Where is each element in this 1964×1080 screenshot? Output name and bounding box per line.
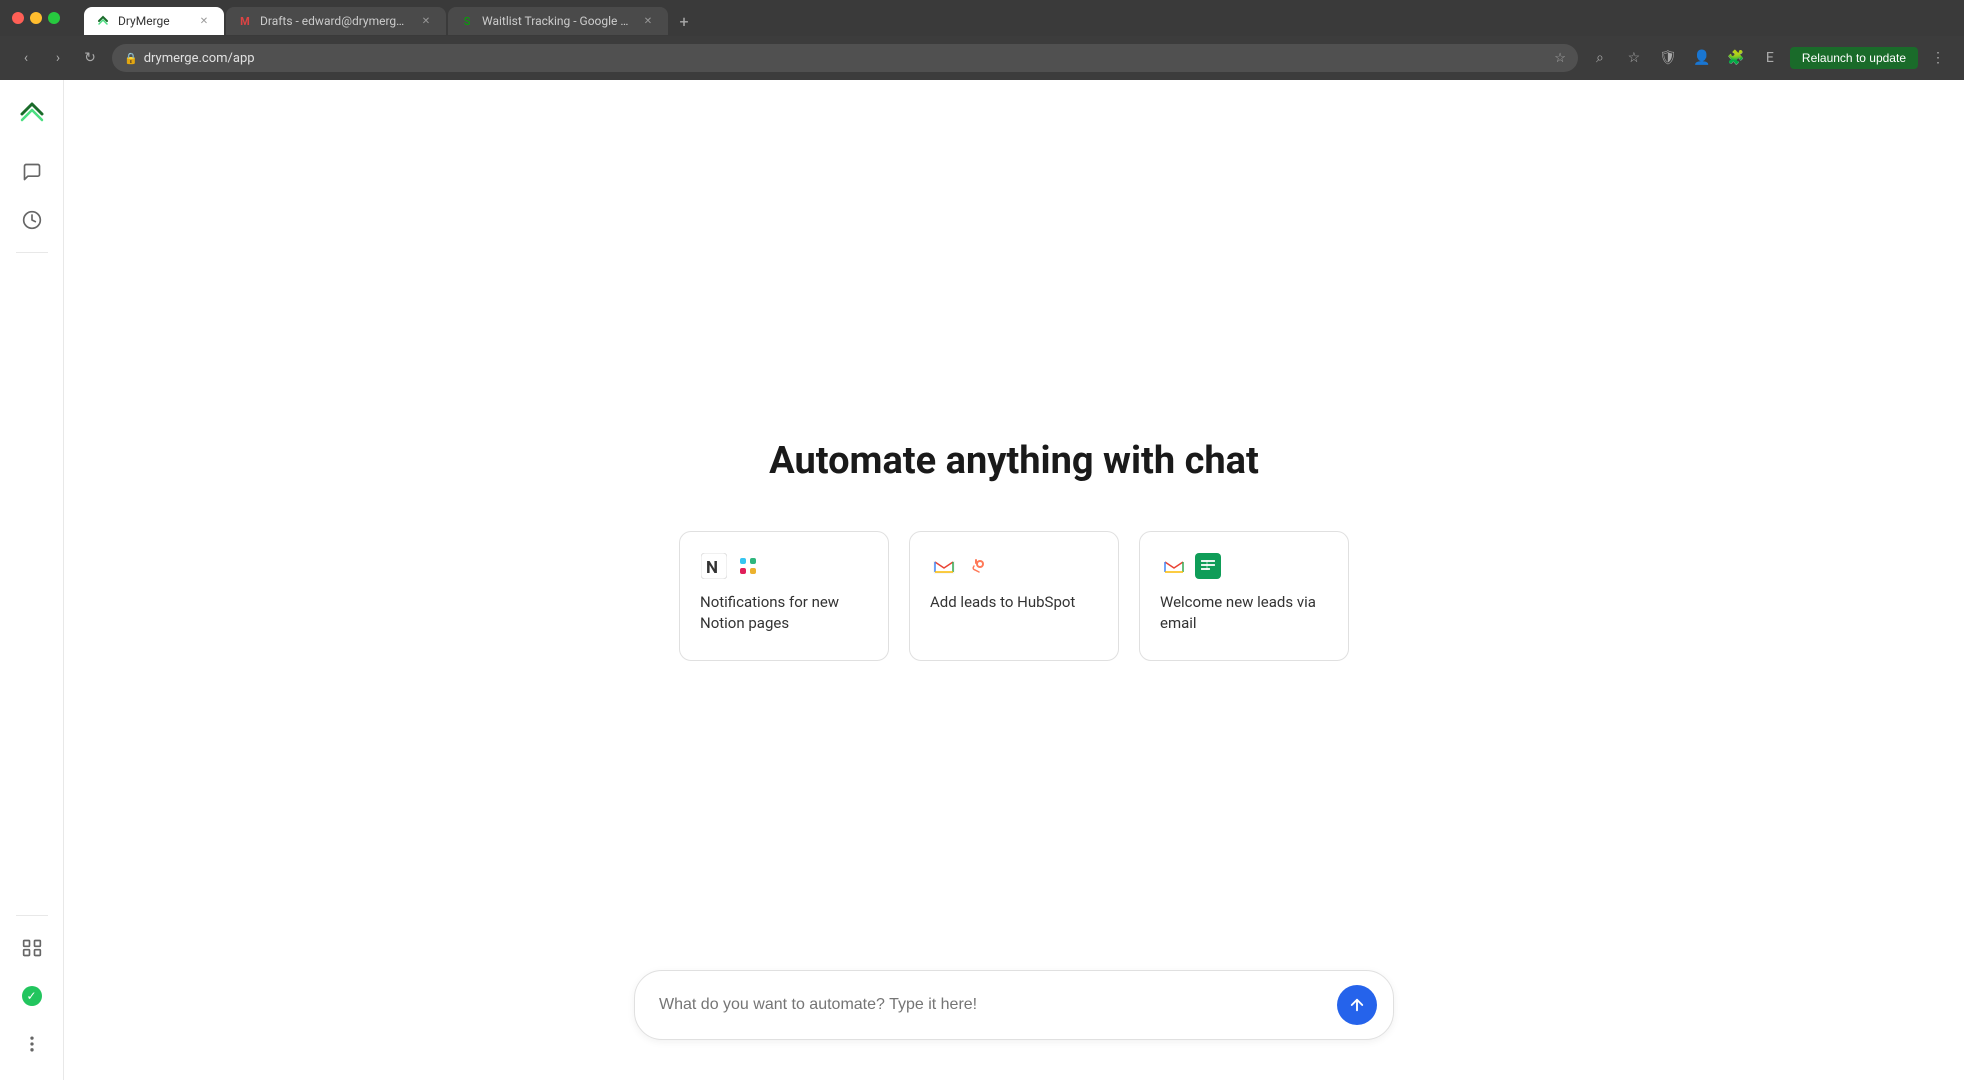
minimize-window-btn[interactable] [30, 12, 42, 24]
gmail-icon [930, 552, 958, 580]
notion-icon: N [700, 552, 728, 580]
star-toolbar-btn[interactable]: ☆ [1620, 44, 1648, 72]
account-toolbar-btn[interactable]: E [1756, 44, 1784, 72]
sheets-icon [1194, 552, 1222, 580]
card-text-gmail-sheets: Welcome new leads via email [1160, 592, 1328, 634]
tab-favicon-waitlist: S [460, 14, 474, 28]
lock-icon: 🔒 [124, 52, 138, 65]
sidebar: ✓ [0, 80, 64, 1080]
relaunch-button[interactable]: Relaunch to update [1790, 47, 1918, 69]
app-layout: ✓ Automate anything with chat [0, 80, 1964, 1080]
integrations-icon [22, 938, 42, 958]
slack-icon [734, 552, 762, 580]
browser-chrome: DryMerge ✕ M Drafts - edward@drymerge...… [0, 0, 1964, 80]
tab-title-waitlist: Waitlist Tracking - Google Sh... [482, 14, 632, 28]
search-toolbar-btn[interactable]: ⌕ [1586, 44, 1614, 72]
title-bar: DryMerge ✕ M Drafts - edward@drymerge...… [0, 0, 1964, 36]
chat-input[interactable] [659, 996, 1337, 1014]
browser-tab-drafts[interactable]: M Drafts - edward@drymerge... ✕ [226, 7, 446, 35]
suggestion-card-gmail-sheets[interactable]: Welcome new leads via email [1139, 531, 1349, 661]
tab-title-drafts: Drafts - edward@drymerge... [260, 14, 410, 28]
status-dot: ✓ [22, 986, 42, 1006]
reload-button[interactable]: ↻ [76, 44, 104, 72]
chat-input-container [634, 970, 1394, 1040]
url-text: drymerge.com/app [144, 51, 1549, 66]
main-content: Automate anything with chat N [64, 80, 1964, 1080]
sidebar-item-history[interactable] [12, 200, 52, 240]
tabs-bar: DryMerge ✕ M Drafts - edward@drymerge...… [76, 1, 706, 35]
card-icons-gmail-sheets [1160, 552, 1328, 580]
suggestion-card-gmail-hubspot[interactable]: Add leads to HubSpot [909, 531, 1119, 661]
browser-tab-waitlist[interactable]: S Waitlist Tracking - Google Sh... ✕ [448, 7, 668, 35]
tab-close-waitlist[interactable]: ✕ [640, 13, 656, 29]
sidebar-item-status[interactable]: ✓ [12, 976, 52, 1016]
suggestion-card-notion-slack[interactable]: N Notifica [679, 531, 889, 661]
new-tab-button[interactable]: + [670, 7, 698, 35]
sidebar-divider-top [16, 252, 48, 253]
chat-send-button[interactable] [1337, 985, 1377, 1025]
sidebar-item-more[interactable] [12, 1024, 52, 1064]
svg-text:N: N [706, 558, 718, 578]
address-bar-icons: ☆ [1554, 51, 1566, 66]
back-button[interactable]: ‹ [12, 44, 40, 72]
chat-icon [22, 162, 42, 182]
extensions-toolbar-btn[interactable]: 🧩 [1722, 44, 1750, 72]
card-text-gmail-hubspot: Add leads to HubSpot [930, 592, 1098, 613]
card-icons-notion-slack: N [700, 552, 868, 580]
tab-title-drymerge: DryMerge [118, 14, 188, 28]
page-heading: Automate anything with chat [769, 439, 1259, 483]
address-bar-row: ‹ › ↻ 🔒 drymerge.com/app ☆ ⌕ ☆ 🛡 👤 🧩 E R… [0, 36, 1964, 80]
tab-favicon-drafts: M [238, 14, 252, 28]
menu-toolbar-btn[interactable]: ⋮ [1924, 44, 1952, 72]
window-controls [12, 12, 60, 24]
suggestion-cards: N Notifica [679, 531, 1349, 661]
card-icons-gmail-hubspot [930, 552, 1098, 580]
history-icon [22, 210, 42, 230]
toolbar-right: ⌕ ☆ 🛡 👤 🧩 E Relaunch to update ⋮ [1586, 44, 1952, 72]
shield-toolbar-btn[interactable]: 🛡 [1654, 44, 1682, 72]
close-window-btn[interactable] [12, 12, 24, 24]
tab-favicon-drymerge [96, 14, 110, 28]
tab-close-drymerge[interactable]: ✕ [196, 13, 212, 29]
sidebar-logo[interactable] [14, 96, 50, 132]
maximize-window-btn[interactable] [48, 12, 60, 24]
send-icon [1348, 996, 1366, 1014]
sidebar-item-integrations[interactable] [12, 928, 52, 968]
sidebar-divider-bottom [16, 915, 48, 916]
tab-close-drafts[interactable]: ✕ [418, 13, 434, 29]
more-icon [22, 1034, 42, 1054]
nav-buttons: ‹ › ↻ [12, 44, 104, 72]
profile-toolbar-btn[interactable]: 👤 [1688, 44, 1716, 72]
browser-tab-drymerge[interactable]: DryMerge ✕ [84, 7, 224, 35]
forward-button[interactable]: › [44, 44, 72, 72]
address-bar[interactable]: 🔒 drymerge.com/app ☆ [112, 44, 1578, 72]
bookmark-icon[interactable]: ☆ [1554, 51, 1566, 66]
gmail-icon-2 [1160, 552, 1188, 580]
sidebar-item-chat[interactable] [12, 152, 52, 192]
hubspot-icon [964, 552, 992, 580]
card-text-notion-slack: Notifications for new Notion pages [700, 592, 868, 634]
